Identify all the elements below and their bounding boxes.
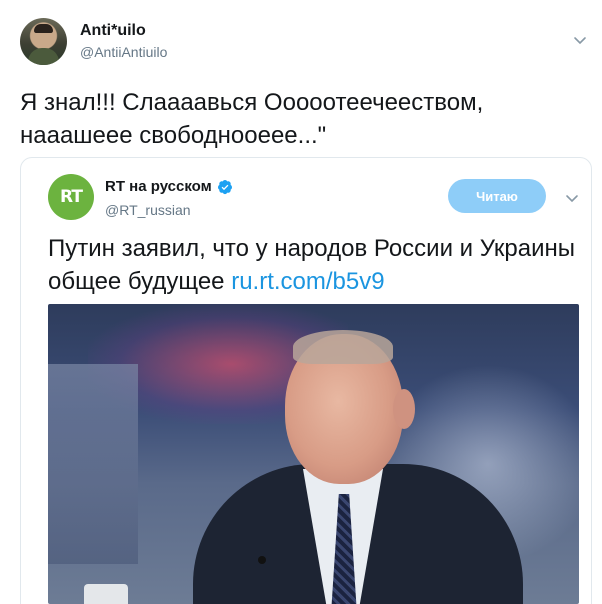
person-hair (293, 330, 393, 364)
person-ear (393, 389, 415, 429)
verified-badge-icon (217, 179, 232, 194)
tweet-text: Я знал!!! Слаааавься Ооооотеечееством, н… (20, 89, 484, 149)
avatar-body (28, 48, 59, 65)
rt-logo-text: RT (60, 187, 83, 207)
display-name[interactable]: Anti*uilo (80, 22, 146, 40)
cup (84, 584, 128, 604)
chevron-down-icon[interactable] (572, 32, 588, 48)
lapel-microphone (258, 556, 266, 564)
quoted-tweet-text: Путин заявил, что у народов России и Укр… (48, 232, 583, 298)
quoted-name-row: RT на русском (105, 178, 233, 195)
avatar[interactable] (20, 18, 67, 65)
chevron-down-icon[interactable] (564, 190, 580, 206)
quoted-tweet-card[interactable]: RT RT на русском @RT_russian Читаю Путин… (20, 157, 592, 604)
rt-logo-avatar[interactable]: RT (48, 174, 94, 220)
following-button[interactable]: Читаю (448, 179, 546, 213)
tweet-photo[interactable] (48, 304, 579, 604)
user-handle[interactable]: @AntiiAntiuilo (80, 44, 167, 60)
quoted-link[interactable]: ru.rt.com/b5v9 (231, 268, 384, 295)
quoted-display-name[interactable]: RT на русском (105, 178, 212, 195)
studio-screen (48, 364, 138, 564)
quoted-handle[interactable]: @RT_russian (105, 202, 191, 218)
avatar-hair (34, 24, 53, 33)
